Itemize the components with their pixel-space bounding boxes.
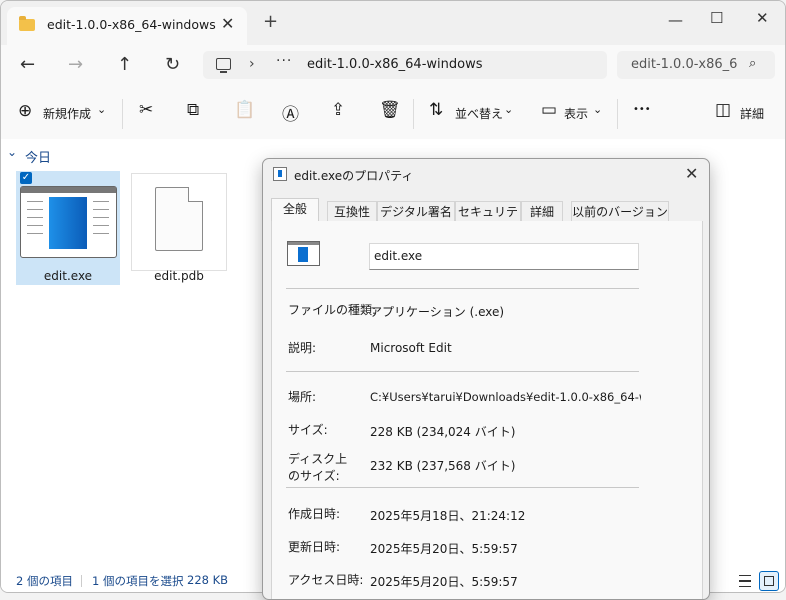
tab-details[interactable]: 詳細: [521, 201, 563, 222]
new-tab-button[interactable]: +: [263, 13, 278, 31]
application-icon: [287, 241, 320, 266]
copy-icon[interactable]: ⧉: [187, 100, 199, 120]
description-value: Microsoft Edit: [370, 341, 452, 355]
group-header-today[interactable]: 今日: [25, 147, 51, 166]
close-window-button[interactable]: ✕: [756, 9, 769, 27]
accessed-value: 2025年5月20日、5:59:57: [370, 575, 518, 589]
sort-icon[interactable]: ⇅: [429, 100, 443, 120]
location-value: C:¥Users¥tarui¥Downloads¥edit-1.0.0-x86_…: [370, 390, 641, 404]
modified-value: 2025年5月20日、5:59:57: [370, 542, 518, 556]
type-value: アプリケーション (.exe): [370, 305, 505, 319]
view-icon[interactable]: ▭: [541, 100, 557, 120]
rename-icon[interactable]: Ⓐ: [282, 100, 299, 125]
status-divider: [81, 575, 82, 587]
maximize-button[interactable]: ☐: [710, 9, 723, 27]
command-bar: ⊕ 新規作成 ⌄ ✂ ⧉ 📋 Ⓐ ⇪ 🗑 ⇅ 並べ替え ⌄ ▭ 表示 ⌄ •••…: [1, 87, 785, 140]
chevron-right-icon[interactable]: ›: [249, 56, 255, 72]
up-button[interactable]: ↑: [117, 54, 132, 75]
tab-digital-signatures[interactable]: デジタル署名: [377, 201, 455, 222]
tab-security[interactable]: セキュリティ: [455, 201, 521, 239]
item-count: 2 個の項目: [16, 574, 73, 588]
address-bar-row: ← → ↑ ↻ › ··· edit-1.0.0-x86_64-windows …: [1, 45, 785, 87]
view-button[interactable]: 表示: [564, 105, 588, 122]
size-on-disk-value: 232 KB (237,568 バイト): [370, 459, 516, 473]
divider: [286, 288, 639, 289]
sort-button[interactable]: 並べ替え: [455, 105, 503, 122]
chevron-down-icon[interactable]: ⌄: [504, 103, 513, 116]
file-name-field[interactable]: edit.exe: [369, 243, 639, 270]
created-label: 作成日時:: [288, 507, 341, 521]
delete-icon[interactable]: 🗑: [379, 100, 401, 120]
file-name: edit.exe: [43, 269, 93, 283]
title-bar: edit-1.0.0-x86_64-windows ✕ + — ☐ ✕: [1, 1, 785, 45]
toolbar-divider: [617, 99, 618, 129]
address-box[interactable]: › ··· edit-1.0.0-x86_64-windows: [203, 51, 607, 79]
checkbox-icon[interactable]: ✓: [20, 172, 32, 184]
tab-general[interactable]: 全般: [271, 198, 319, 223]
size-label: サイズ:: [288, 423, 328, 437]
new-icon[interactable]: ⊕: [18, 101, 32, 121]
details-pane-icon[interactable]: ◫: [715, 100, 731, 120]
tab-compatibility[interactable]: 互換性: [327, 201, 377, 222]
dialog-title: edit.exeのプロパティ: [294, 169, 414, 183]
tab-close-button[interactable]: ✕: [221, 14, 234, 33]
large-icons-view-icon[interactable]: [759, 571, 779, 591]
application-icon: [273, 167, 287, 181]
folder-icon: [19, 16, 35, 31]
search-box[interactable]: edit-1.0.0-x86_6 ⌕: [617, 51, 775, 79]
back-button[interactable]: ←: [20, 54, 35, 75]
file-item-edit-pdb[interactable]: [131, 173, 227, 271]
dialog-tabs: 全般 互換性 デジタル署名 セキュリティ 詳細 以前のバージョン: [271, 198, 701, 239]
chevron-down-icon[interactable]: ⌄: [7, 145, 17, 159]
breadcrumb-current[interactable]: edit-1.0.0-x86_64-windows: [307, 57, 482, 72]
details-view-icon[interactable]: [739, 575, 751, 587]
size-on-disk-label: ディスク上 のサイズ:: [288, 452, 348, 483]
type-label: ファイルの種類:: [288, 303, 377, 317]
cut-icon[interactable]: ✂: [139, 100, 153, 120]
toolbar-divider: [122, 99, 123, 129]
dialog-close-button[interactable]: ✕: [685, 164, 698, 183]
details-button[interactable]: 詳細: [740, 105, 764, 122]
share-icon[interactable]: ⇪: [331, 100, 345, 120]
tab-previous-versions[interactable]: 以前のバージョン: [571, 201, 669, 222]
tab-title: edit-1.0.0-x86_64-windows: [47, 17, 216, 32]
size-value: 228 KB (234,024 バイト): [370, 425, 516, 439]
general-tab-panel: edit.exe ファイルの種類: アプリケーション (.exe) 説明: Mi…: [271, 221, 703, 599]
this-pc-icon[interactable]: [216, 58, 231, 73]
description-label: 説明:: [288, 341, 317, 355]
application-icon: [20, 186, 117, 258]
search-input[interactable]: edit-1.0.0-x86_6: [631, 57, 737, 72]
chevron-down-icon[interactable]: ⌄: [593, 103, 602, 116]
breadcrumb-overflow[interactable]: ···: [276, 53, 292, 69]
file-name: edit.pdb: [154, 269, 204, 283]
chevron-down-icon[interactable]: ⌄: [97, 103, 106, 116]
toolbar-divider: [413, 99, 414, 129]
modified-label: 更新日時:: [288, 540, 341, 554]
location-label: 場所:: [288, 390, 317, 404]
selection-count: 1 個の項目を選択: [92, 574, 184, 588]
minimize-button[interactable]: —: [668, 11, 683, 29]
paste-icon[interactable]: 📋: [234, 100, 255, 120]
accessed-label: アクセス日時:: [288, 573, 364, 587]
new-button[interactable]: 新規作成: [43, 105, 91, 122]
more-options-button[interactable]: •••: [633, 104, 651, 115]
forward-button[interactable]: →: [68, 54, 83, 75]
properties-dialog: edit.exeのプロパティ ✕ 全般 互換性 デジタル署名 セキュリティ 詳細…: [262, 158, 710, 600]
divider: [286, 371, 639, 372]
refresh-button[interactable]: ↻: [165, 54, 180, 75]
tab-folder[interactable]: edit-1.0.0-x86_64-windows ✕: [7, 7, 247, 45]
search-icon: ⌕: [749, 56, 757, 71]
selection-size: 228 KB: [187, 573, 229, 587]
divider: [286, 487, 639, 488]
created-value: 2025年5月18日、21:24:12: [370, 509, 526, 523]
